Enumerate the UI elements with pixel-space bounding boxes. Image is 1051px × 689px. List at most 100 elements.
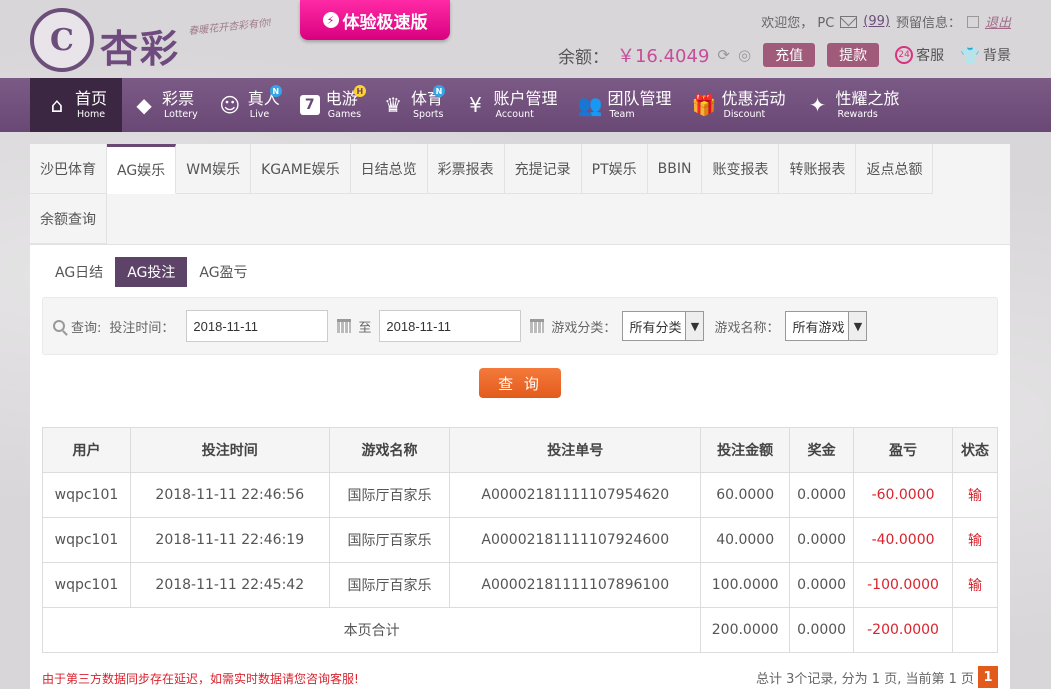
pagination: 总计 3个记录, 分为 1 页, 当前第 1 页 1 [756,666,998,688]
game-category-select[interactable]: 所有分类 ▼ [622,311,705,341]
total-label: 本页合计 [41,607,702,653]
cell-user: wqpc101 [42,472,131,518]
game-name-value: 所有游戏 [792,320,845,336]
lottery-icon: ◆ [136,93,152,117]
tab-kgame[interactable]: KGAME娱乐 [251,144,351,194]
nav-account[interactable]: ¥ 账户管理 Account [453,78,567,132]
cell-bet-id: A00002181111107954620 [449,472,702,518]
nav-home[interactable]: ⌂ 首页 Home [30,78,123,132]
tab-bbin[interactable]: BBIN [647,144,703,194]
table-row: wqpc101 2018-11-11 22:46:56 国际厅百家乐 A0000… [42,472,998,518]
recharge-button[interactable]: 充值 [763,43,816,67]
nav-sublabel: Live [249,108,270,120]
hide-eye-icon[interactable]: ◎ [738,46,751,64]
logo-emblem-icon: C [30,8,94,72]
start-date-input[interactable]: 2018-11-11 [186,310,329,342]
column-header: 投注金额 [700,427,791,473]
header: C 杏彩 春暖花开杏彩有你! ⚡ 体验极速版 欢迎您， PC (99) 预留信息… [0,0,1051,78]
sync-delay-note: 由于第三方数据同步存在延迟，如需实时数据请您咨询客服! [42,672,359,686]
nav-rewards[interactable]: ✦ 性耀之旅 Rewards [796,78,910,132]
column-header: 盈亏 [853,427,953,473]
cell-game-name: 国际厅百家乐 [328,562,451,608]
withdraw-button[interactable]: 提款 [827,43,880,67]
tab-rebate-total[interactable]: 返点总额 [856,144,934,194]
cell-bet-amount: 100.0000 [700,562,791,608]
customer-service-link[interactable]: 24 客服 [895,45,944,65]
pagination-summary: 总计 3个记录, 分为 1 页, 当前第 1 页 [755,671,974,687]
cell-user: wqpc101 [42,562,131,608]
game-name-select[interactable]: 所有游戏 ▼ [785,311,868,341]
table-total-row: 本页合计 200.0000 0.0000 -200.0000 [41,607,998,653]
nav-team[interactable]: 👥 团队管理 Team [568,78,682,132]
nav-games[interactable]: 7 电游 Games H [290,78,371,132]
tab-daily-overview[interactable]: 日结总览 [350,144,428,194]
shirt-icon: 👕 [960,45,980,65]
subtab-ag-profit[interactable]: AG盈亏 [187,257,259,287]
cell-bonus: 0.0000 [789,472,855,518]
total-status-empty [952,607,998,653]
nav-sublabel: Account [495,108,534,120]
service-24h-icon: 24 [895,46,914,64]
logo[interactable]: C 杏彩 春暖花开杏彩有你! [30,8,280,72]
nav-sublabel: Discount [723,108,766,120]
chevron-down-icon: ▼ [685,312,704,340]
nav-sublabel: Lottery [164,108,198,120]
cell-status: 输 [952,472,998,518]
search-icon [53,320,65,332]
mail-icon[interactable] [840,15,858,28]
tab-account-change[interactable]: 账变报表 [702,144,780,194]
tab-lottery-report[interactable]: 彩票报表 [427,144,505,194]
nav-sports[interactable]: ♛ 体育 Sports N [371,78,453,132]
cell-bet-id: A00002181111107924600 [449,517,702,563]
tab-saba-sports[interactable]: 沙巴体育 [30,144,107,194]
game-category-value: 所有分类 [629,320,682,336]
total-amount: 200.0000 [700,607,791,653]
nav-live[interactable]: ☺ 真人 Live N [208,78,290,132]
column-header: 投注单号 [449,427,702,473]
cell-profit: -60.0000 [853,472,953,518]
calendar-icon[interactable] [530,319,545,333]
message-count-link[interactable]: (99) [863,14,890,29]
speed-version-button[interactable]: ⚡ 体验极速版 [300,0,450,40]
gift-icon: 🎁 [691,93,717,117]
chevron-down-icon: ▼ [848,312,867,340]
page-1-button[interactable]: 1 [978,666,998,688]
background-link[interactable]: 👕 背景 [960,45,1011,65]
tab-wm[interactable]: WM娱乐 [176,144,252,194]
edit-icon[interactable] [966,15,979,28]
game-name-label: 游戏名称： [714,320,780,336]
refresh-icon[interactable]: ⟳ [717,46,730,64]
table-header-row: 用户 投注时间 游戏名称 投注单号 投注金额 奖金 盈亏 状态 [42,427,998,473]
yen-coin-icon: ¥ [469,93,482,117]
cell-profit: -40.0000 [853,517,953,563]
cell-bonus: 0.0000 [789,517,855,563]
nav-sublabel: Sports [413,108,444,120]
notice-label: 预留信息： [895,16,961,31]
to-label: 至 [358,320,372,336]
column-header: 游戏名称 [328,427,451,473]
nav-lottery[interactable]: ◆ 彩票 Lottery [122,78,208,132]
calendar-icon[interactable] [337,319,352,333]
nav-sublabel: Team [609,108,635,120]
nav-label: 团队管理 [607,88,672,108]
tab-deposit-withdraw[interactable]: 充提记录 [504,144,582,194]
column-header: 状态 [952,427,998,473]
ag-subtabs: AG日结 AG投注 AG盈亏 [43,257,1010,287]
query-button[interactable]: 查 询 [479,368,561,398]
cell-bet-time: 2018-11-11 22:45:42 [129,562,330,608]
main-nav: ⌂ 首页 Home ◆ 彩票 Lottery ☺ 真人 Live N 7 电游 Game… [0,78,1051,132]
nav-sublabel: Home [77,108,106,120]
nav-discount[interactable]: 🎁 优惠活动 Discount [682,78,796,132]
end-date-input[interactable]: 2018-11-11 [379,310,522,342]
cell-game-name: 国际厅百家乐 [328,472,451,518]
tab-pt[interactable]: PT娱乐 [581,144,648,194]
subtab-ag-bets[interactable]: AG投注 [115,257,188,287]
logout-link[interactable]: 退出 [985,12,1011,31]
total-bonus: 0.0000 [789,607,855,653]
tab-transfer-report[interactable]: 转账报表 [779,144,857,194]
tab-ag[interactable]: AG娱乐 [107,144,177,194]
cell-status: 输 [952,562,998,608]
nav-label: 优惠活动 [721,88,786,108]
subtab-ag-daily[interactable]: AG日结 [43,257,115,287]
tab-balance-query[interactable]: 余额查询 [30,194,107,244]
